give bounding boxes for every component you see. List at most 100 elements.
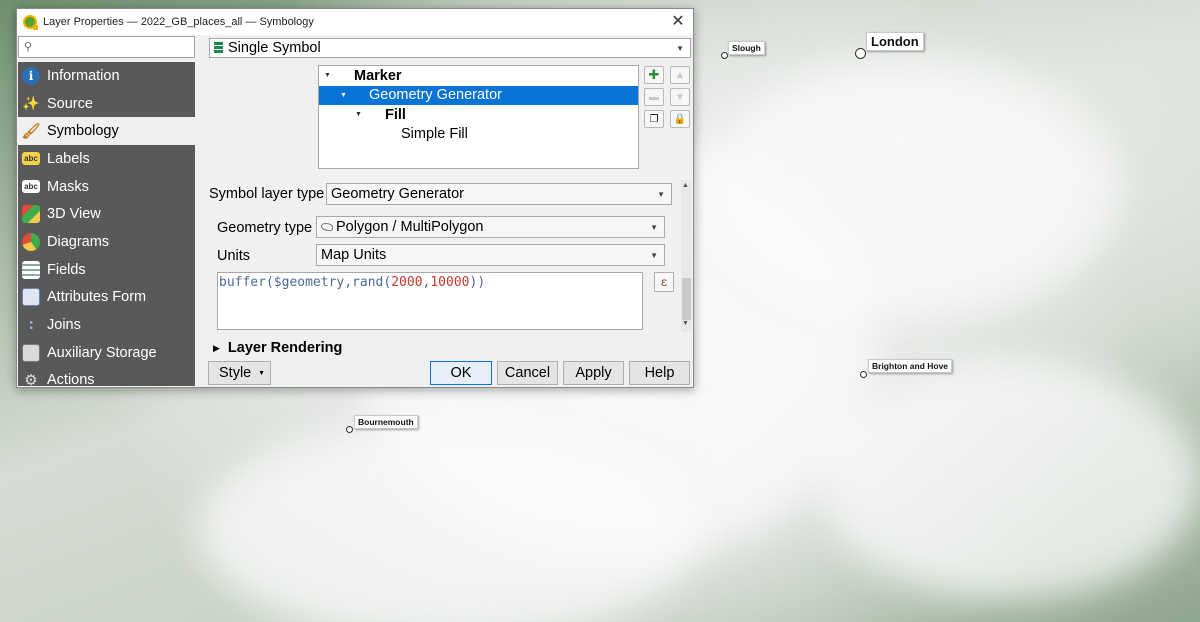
nav-item-symbology[interactable]: 🖌 Symbology — [18, 117, 195, 146]
apply-button[interactable]: Apply — [563, 361, 624, 385]
form-icon — [22, 288, 40, 307]
tree-item-fill[interactable]: ▼ Fill — [319, 105, 638, 125]
nav-item-label: Symbology — [47, 123, 119, 140]
units-select[interactable]: Map Units ▼ — [316, 244, 665, 266]
labels-icon: abc — [22, 152, 40, 166]
nav-item-fields[interactable]: Fields — [18, 256, 195, 284]
place-marker-brighton[interactable] — [860, 371, 867, 378]
scroll-down-icon[interactable]: ▼ — [682, 320, 689, 327]
close-button[interactable]: ✕ — [663, 9, 693, 35]
panel-scrollbar[interactable]: ▲ ▼ — [681, 180, 692, 332]
symbol-layer-panel: Symbol layer type Geometry Generator ▼ G… — [206, 180, 680, 332]
fields-icon — [22, 260, 40, 279]
nav-item-label: Source — [47, 95, 93, 112]
layer-properties-dialog: Layer Properties — 2022_GB_places_all — … — [16, 8, 694, 388]
style-button-label: Style — [219, 365, 252, 381]
window-title: Layer Properties — 2022_GB_places_all — … — [43, 16, 314, 28]
nav-item-label: 3D View — [47, 206, 101, 223]
remove-symbol-layer-button[interactable]: ▬ — [644, 88, 664, 106]
chevron-down-icon: ▼ — [657, 189, 665, 199]
tree-item-simple-fill[interactable]: Simple Fill — [319, 125, 638, 145]
nav-item-label: Joins — [47, 317, 81, 334]
properties-nav: i Information ✨ Source 🖌 Symbology abc L… — [18, 62, 195, 386]
nav-search-input[interactable] — [39, 39, 189, 55]
nav-item-label: Actions — [47, 372, 95, 386]
place-marker-bournemouth[interactable] — [346, 426, 353, 433]
style-button[interactable]: Style ▼ — [208, 361, 271, 385]
symbol-layer-type-value: Geometry Generator — [331, 186, 464, 202]
nav-item-label: Attributes Form — [47, 289, 147, 306]
geometry-type-value: Polygon / MultiPolygon — [336, 219, 484, 235]
nav-item-label: Fields — [47, 261, 86, 278]
polygon-icon — [321, 223, 333, 231]
cancel-button[interactable]: Cancel — [497, 361, 558, 385]
actions-icon: ⚙ — [24, 372, 38, 386]
storage-icon — [22, 343, 40, 362]
move-down-button[interactable]: ▼ — [670, 88, 690, 106]
place-label-bournemouth: Bournemouth — [354, 415, 418, 429]
scroll-up-icon[interactable]: ▲ — [682, 182, 689, 189]
symbol-layer-tree: ▼ Marker ▼ Geometry Generator ▼ Fill Sim… — [318, 65, 639, 169]
search-icon: ⚲ — [24, 41, 33, 53]
place-label-brighton: Brighton and Hove — [868, 359, 953, 373]
expand-arrow-icon[interactable]: ▼ — [340, 92, 347, 99]
masks-icon: abc — [22, 180, 40, 194]
ok-button[interactable]: OK — [430, 361, 492, 385]
expr-function: buffer — [219, 275, 266, 290]
tree-item-label: Geometry Generator — [369, 87, 502, 104]
nav-item-actions[interactable]: ⚙ Actions — [18, 367, 195, 386]
expr-max-value: 10000 — [430, 275, 470, 290]
expand-arrow-icon[interactable]: ▼ — [324, 72, 331, 79]
geometry-expression-editor[interactable]: buffer($geometry,rand(2000,10000)) — [217, 272, 643, 330]
expand-arrow-icon: ▶ — [213, 342, 220, 353]
source-icon: ✨ — [22, 95, 40, 112]
place-label-slough: Slough — [728, 41, 765, 55]
nav-item-labels[interactable]: abc Labels — [18, 145, 195, 173]
chevron-down-icon: ▼ — [258, 369, 265, 377]
nav-item-information[interactable]: i Information — [18, 62, 195, 90]
symbol-layer-type-select[interactable]: Geometry Generator ▼ — [326, 183, 672, 205]
cloud-layer — [700, 60, 1120, 320]
single-symbol-icon — [214, 42, 223, 54]
renderer-value: Single Symbol — [228, 40, 321, 56]
nav-item-attributes-form[interactable]: Attributes Form — [18, 284, 195, 312]
diagrams-icon — [22, 232, 40, 251]
paintbrush-icon: 🖌 — [21, 123, 41, 141]
nav-search-box[interactable]: ⚲ — [18, 36, 195, 58]
layer-rendering-section[interactable]: ▶ Layer Rendering — [213, 340, 342, 356]
place-marker-london[interactable] — [855, 48, 866, 59]
lock-icon[interactable]: 🔒 — [670, 110, 690, 128]
nav-item-auxiliary-storage[interactable]: Auxiliary Storage — [18, 339, 195, 367]
place-marker-slough[interactable] — [721, 52, 728, 59]
nav-item-label: Auxiliary Storage — [47, 344, 157, 361]
nav-item-diagrams[interactable]: Diagrams — [18, 228, 195, 256]
move-up-button[interactable]: ▲ — [670, 66, 690, 84]
expression-builder-button[interactable]: ε — [654, 272, 674, 292]
chevron-down-icon: ▼ — [676, 43, 684, 53]
nav-item-masks[interactable]: abc Masks — [18, 173, 195, 201]
tree-item-marker[interactable]: ▼ Marker — [319, 66, 638, 86]
expr-min-value: 2000 — [391, 275, 423, 290]
chevron-down-icon: ▼ — [650, 250, 658, 260]
joins-icon: ∶ — [28, 316, 34, 333]
renderer-select[interactable]: Single Symbol ▼ — [209, 38, 691, 58]
expr-argument: $geometry — [273, 275, 345, 290]
layer-rendering-label: Layer Rendering — [227, 340, 343, 356]
cloud-layer — [820, 360, 1200, 600]
help-button[interactable]: Help — [629, 361, 690, 385]
chevron-down-icon: ▼ — [650, 222, 658, 232]
tree-item-geometry-generator[interactable]: ▼ Geometry Generator — [319, 85, 638, 105]
geometry-type-select[interactable]: Polygon / MultiPolygon ▼ — [316, 216, 665, 238]
nav-item-joins[interactable]: ∶ Joins — [18, 311, 195, 339]
scrollbar-thumb[interactable] — [682, 278, 691, 320]
add-symbol-layer-button[interactable]: ✚ — [644, 66, 664, 84]
expand-arrow-icon[interactable]: ▼ — [355, 111, 362, 118]
title-bar[interactable]: Layer Properties — 2022_GB_places_all — … — [17, 9, 693, 35]
nav-item-source[interactable]: ✨ Source — [18, 90, 195, 118]
nav-item-3d-view[interactable]: 3D View — [18, 200, 195, 228]
nav-item-label: Diagrams — [47, 233, 110, 250]
info-icon: i — [22, 66, 40, 85]
qgis-logo-icon — [23, 15, 38, 30]
nav-item-label: Labels — [47, 150, 90, 167]
duplicate-layer-button[interactable]: ❐ — [644, 110, 664, 128]
